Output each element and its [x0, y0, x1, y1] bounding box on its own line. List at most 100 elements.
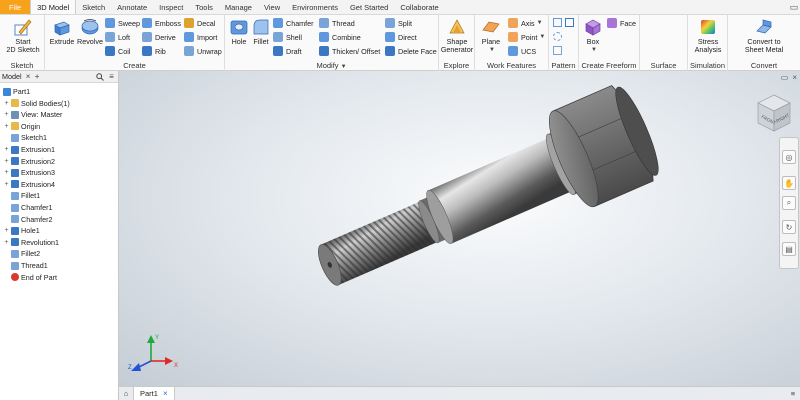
- shell-button[interactable]: Shell: [273, 31, 302, 43]
- modify-title-text: Modify: [316, 61, 339, 70]
- tab-environments[interactable]: Environments: [286, 0, 344, 14]
- tab-get-started[interactable]: Get Started: [344, 0, 394, 14]
- tree-node[interactable]: Chamfer1: [0, 202, 53, 213]
- add-browser-icon[interactable]: +: [33, 72, 42, 81]
- chamfer-button[interactable]: Chamfer: [273, 17, 314, 29]
- tree-node[interactable]: Fillet2: [0, 248, 40, 259]
- search-icon[interactable]: [95, 72, 104, 81]
- direct-button[interactable]: Direct: [385, 31, 417, 43]
- tab-inspect[interactable]: Inspect: [153, 0, 189, 14]
- derive-button[interactable]: Derive: [142, 31, 176, 43]
- sketch-driven-pattern-icon[interactable]: [553, 46, 562, 55]
- tree-node[interactable]: + Hole1: [0, 225, 39, 236]
- model-tab-label[interactable]: Model: [2, 72, 22, 81]
- axis-button[interactable]: Axis ▼: [508, 17, 543, 29]
- tree-node[interactable]: Thread1: [0, 260, 48, 271]
- tab-3d-model[interactable]: 3D Model: [30, 0, 77, 14]
- tree-node[interactable]: + Origin: [0, 121, 40, 132]
- expand-toggle-icon[interactable]: +: [3, 146, 10, 153]
- close-tab-icon[interactable]: ×: [163, 389, 168, 398]
- mirror-icon[interactable]: [565, 18, 574, 27]
- revolve-button[interactable]: Revolve: [76, 17, 104, 46]
- convert-to-sheet-metal-button[interactable]: Convert to Sheet Metal: [736, 17, 792, 54]
- bolt-model[interactable]: [302, 80, 667, 316]
- tree-node-label: View: Master: [21, 110, 63, 120]
- decal-button[interactable]: Decal: [184, 17, 215, 29]
- hamburger-menu-icon[interactable]: ≡: [107, 72, 116, 81]
- tree-node[interactable]: + Extrusion4: [0, 179, 55, 190]
- tab-list-menu-icon[interactable]: ≡: [786, 387, 800, 400]
- tab-view[interactable]: View: [258, 0, 286, 14]
- tree-node[interactable]: End of Part: [0, 272, 57, 283]
- look-at-icon[interactable]: ▤: [782, 242, 796, 256]
- start-2d-sketch-button[interactable]: Start 2D Sketch: [5, 17, 41, 54]
- tab-collaborate[interactable]: Collaborate: [394, 0, 444, 14]
- expand-toggle-icon[interactable]: +: [3, 123, 10, 130]
- rib-button[interactable]: Rib: [142, 45, 166, 57]
- point-button[interactable]: Point ▼: [508, 31, 545, 43]
- viewcube[interactable]: FRONT RIGHT: [756, 93, 792, 133]
- tree-node[interactable]: Chamfer2: [0, 214, 53, 225]
- delete-face-button[interactable]: Delete Face: [385, 45, 437, 57]
- expand-toggle-icon[interactable]: +: [3, 158, 10, 165]
- extrude-button[interactable]: Extrude: [48, 17, 76, 46]
- emboss-button[interactable]: Emboss: [142, 17, 181, 29]
- surface-panel: Surface: [640, 15, 688, 71]
- document-tab-part1[interactable]: Part1 ×: [133, 387, 175, 400]
- combine-button[interactable]: Combine: [319, 31, 361, 43]
- tree-node[interactable]: Fillet1: [0, 190, 40, 201]
- tree-node[interactable]: Sketch1: [0, 132, 47, 143]
- unwrap-button[interactable]: Unwrap: [184, 45, 222, 57]
- end-of-part-icon: [11, 273, 19, 282]
- modify-panel-title[interactable]: Modify ▼: [225, 61, 438, 70]
- thicken-offset-button[interactable]: Thicken/ Offset: [319, 45, 380, 57]
- expand-toggle-icon[interactable]: +: [3, 239, 10, 246]
- circular-pattern-icon[interactable]: [553, 32, 562, 41]
- expand-toggle-icon[interactable]: +: [3, 227, 10, 234]
- face-button[interactable]: Face: [607, 17, 636, 29]
- file-menu[interactable]: File: [0, 0, 31, 14]
- shape-generator-button[interactable]: Shape Generator: [440, 17, 474, 54]
- loft-button[interactable]: Loft: [105, 31, 130, 43]
- ribbon-toggle-icon[interactable]: ▭: [788, 0, 800, 14]
- tree-node[interactable]: Part1: [0, 86, 30, 97]
- work-features-panel-title: Work Features: [486, 61, 537, 70]
- pan-icon[interactable]: ✋: [782, 176, 796, 190]
- tab-manage[interactable]: Manage: [219, 0, 258, 14]
- hole-button[interactable]: Hole: [228, 17, 250, 46]
- rectangular-pattern-icon[interactable]: [553, 18, 562, 27]
- expand-toggle-icon[interactable]: +: [3, 111, 10, 118]
- fillet-icon: [11, 191, 19, 200]
- plane-button[interactable]: Plane ▼: [477, 17, 505, 54]
- thicken-label: Thicken/ Offset: [332, 46, 381, 56]
- full-navigation-wheel-icon[interactable]: ◎: [782, 150, 796, 164]
- coil-label: Coil: [118, 46, 131, 56]
- thread-button[interactable]: Thread: [319, 17, 355, 29]
- expand-toggle-icon[interactable]: +: [3, 100, 10, 107]
- tree-node[interactable]: + View: Master: [0, 109, 62, 120]
- tree-node[interactable]: + Extrusion1: [0, 144, 55, 155]
- import-button[interactable]: Import: [184, 31, 217, 43]
- sweep-button[interactable]: Sweep: [105, 17, 140, 29]
- tree-node[interactable]: + Extrusion3: [0, 167, 55, 178]
- home-icon[interactable]: ⌂: [119, 387, 133, 400]
- graphics-viewport[interactable]: ▭ × Y X Z FRONT RIGHT: [119, 71, 800, 386]
- tree-node[interactable]: + Solid Bodies(1): [0, 98, 69, 109]
- draft-button[interactable]: Draft: [273, 45, 302, 57]
- tab-sketch[interactable]: Sketch: [76, 0, 111, 14]
- orbit-icon[interactable]: ↻: [782, 220, 796, 234]
- zoom-icon[interactable]: ⌕: [782, 196, 796, 210]
- expand-toggle-icon[interactable]: +: [3, 181, 10, 188]
- box-button[interactable]: Box ▼: [582, 17, 604, 54]
- tree-node[interactable]: + Revolution1: [0, 237, 59, 248]
- coil-button[interactable]: Coil: [105, 45, 130, 57]
- fillet-button[interactable]: Fillet: [250, 17, 272, 46]
- stress-analysis-button[interactable]: Stress Analysis: [690, 17, 726, 54]
- tree-node[interactable]: + Extrusion2: [0, 156, 55, 167]
- ucs-button[interactable]: UCS: [508, 45, 536, 57]
- tab-annotate[interactable]: Annotate: [111, 0, 153, 14]
- tab-tools[interactable]: Tools: [189, 0, 219, 14]
- close-icon[interactable]: ×: [24, 72, 33, 81]
- expand-toggle-icon[interactable]: +: [3, 169, 10, 176]
- split-button[interactable]: Split: [385, 17, 412, 29]
